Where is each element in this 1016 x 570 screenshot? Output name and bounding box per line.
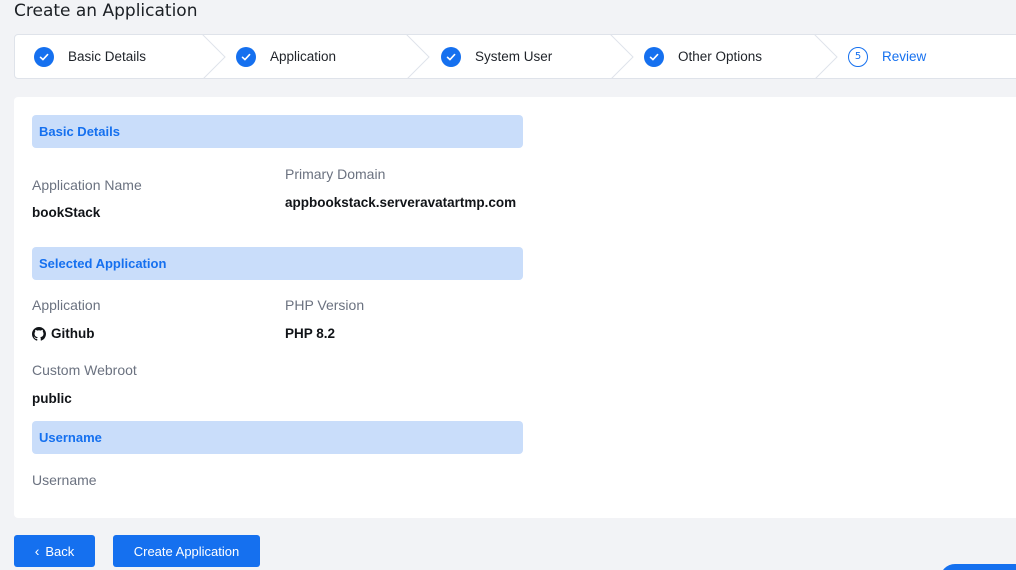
php-version-value: PHP 8.2 [285,326,336,341]
application-name-label: Application Name [32,177,142,193]
chevron-divider-icon [610,35,634,78]
chevron-divider-icon [814,35,838,78]
chevron-divider-icon [202,35,226,78]
custom-webroot-label: Custom Webroot [32,362,137,378]
review-card: Basic Details Application Name bookStack… [14,97,1016,518]
check-icon [34,46,54,67]
application-value: Github [32,324,95,344]
username-label: Username [32,472,97,488]
wizard-stepper: Basic Details Application System User Ot… [14,34,1016,79]
application-name-value: bookStack [32,205,101,220]
section-header-selected-application: Selected Application [32,247,523,280]
chevron-divider-icon [406,35,430,78]
primary-domain-label: Primary Domain [285,166,386,182]
back-button-label: Back [45,543,75,559]
check-icon [236,46,256,67]
step-basic-details[interactable]: Basic Details [34,35,146,78]
step-review[interactable]: 5 Review [848,35,926,78]
chat-widget-button[interactable] [940,564,1016,570]
github-icon [32,327,46,341]
php-version-label: PHP Version [285,297,365,313]
step-label: Other Options [678,49,763,64]
step-label: Application [270,49,337,64]
step-label: Basic Details [68,49,147,64]
check-icon [441,46,461,67]
page-title: Create an Application [14,1,198,21]
application-label: Application [32,297,101,313]
back-button[interactable]: ‹ Back [14,535,95,567]
section-header-basic-details: Basic Details [32,115,523,148]
step-application[interactable]: Application [236,35,336,78]
chevron-left-icon: ‹ [34,543,40,559]
custom-webroot-value: public [32,391,72,406]
primary-domain-value: appbookstack.serveravatartmp.com [285,195,517,210]
step-label: Review [882,49,927,64]
step-number: 5 [848,46,868,67]
step-label: System User [475,49,553,64]
application-value-text: Github [51,326,95,341]
step-system-user[interactable]: System User [441,35,552,78]
section-header-username: Username [32,421,523,454]
step-other-options[interactable]: Other Options [644,35,762,78]
create-application-button[interactable]: Create Application [113,535,260,567]
check-icon [644,46,664,67]
